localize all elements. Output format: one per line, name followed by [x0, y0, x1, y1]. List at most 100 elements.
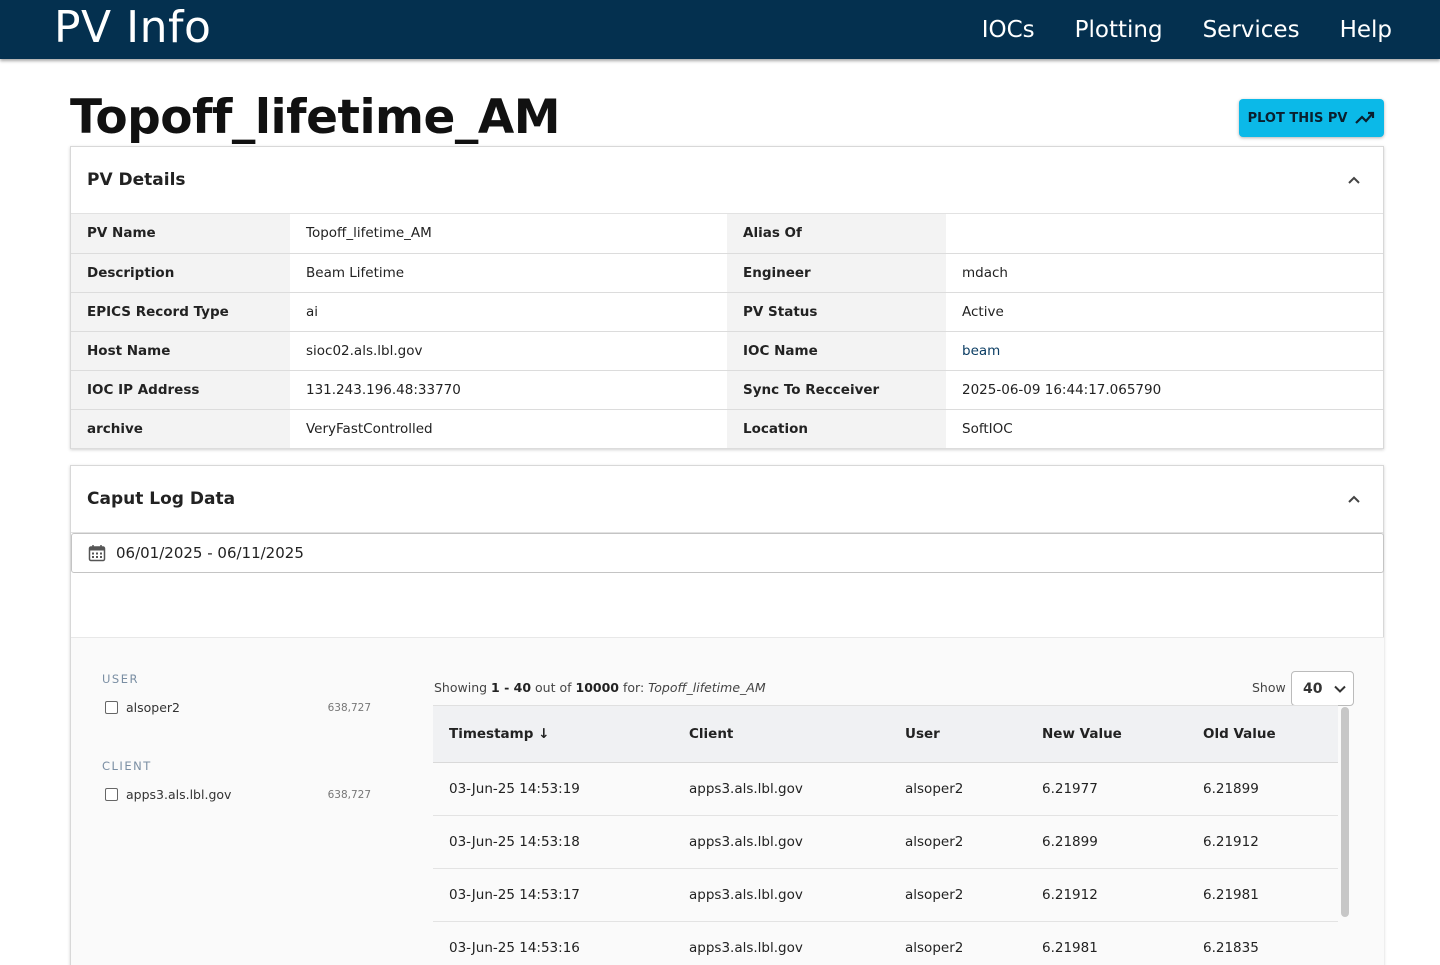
caput-results-table: Timestamp ↓ Client User New Value Old Va…: [433, 705, 1338, 965]
pv-details-panel: PV Details PV Name Topoff_lifetime_AM Alia…: [70, 146, 1384, 449]
detail-label: PV Name: [71, 214, 290, 254]
detail-label: Host Name: [71, 331, 290, 371]
detail-label: Alias Of: [727, 214, 946, 254]
summary-range: 1 - 40: [491, 680, 532, 695]
column-old-value[interactable]: Old Value: [1187, 705, 1338, 763]
page-size-label: Show: [1252, 680, 1286, 695]
caput-results-area: USER alsoper2 638,727 CLIENT apps3.als.l…: [71, 637, 1384, 965]
cell-user: alsoper2: [889, 921, 1026, 965]
top-app-bar: PV Info IOCs Plotting Services Help: [0, 0, 1440, 59]
summary-total: 10000: [575, 680, 620, 695]
cell-timestamp: 03-Jun-25 14:53:18: [433, 815, 673, 869]
cell-old-value: 6.21835: [1187, 921, 1338, 965]
summary-pv: Topoff_lifetime_AM: [648, 680, 766, 695]
column-new-value[interactable]: New Value: [1026, 705, 1187, 763]
table-row[interactable]: 03-Jun-25 14:53:19 apps3.als.lbl.gov alsop…: [433, 762, 1338, 816]
detail-value: SoftIOC: [946, 409, 1383, 449]
date-range-picker[interactable]: 06/01/2025 - 06/11/2025: [71, 533, 1384, 573]
page-size-value: 40: [1303, 680, 1323, 697]
table-row[interactable]: 03-Jun-25 14:53:16 apps3.als.lbl.gov alsop…: [433, 921, 1338, 965]
date-range-value: 06/01/2025 - 06/11/2025: [116, 544, 304, 562]
details-row: IOC IP Address 131.243.196.48:33770 Sync T…: [71, 370, 1383, 410]
caput-log-panel: Caput Log Data 06/01/2025 - 06/11/2025 U…: [70, 465, 1384, 965]
cell-old-value: 6.21981: [1187, 868, 1338, 922]
detail-value: VeryFastControlled: [290, 409, 727, 449]
detail-label: IOC IP Address: [71, 370, 290, 410]
cell-old-value: 6.21899: [1187, 762, 1338, 816]
detail-label: Engineer: [727, 253, 946, 293]
page-size-select[interactable]: 40: [1291, 671, 1354, 706]
pv-details-header[interactable]: PV Details: [71, 147, 1383, 214]
details-row: Host Name sioc02.als.lbl.gov IOC Name beam: [71, 331, 1383, 371]
details-row: archive VeryFastControlled Location SoftIOC: [71, 409, 1383, 449]
cell-user: alsoper2: [889, 762, 1026, 816]
user-facet-count: 638,727: [327, 701, 371, 714]
table-header-row: Timestamp ↓ Client User New Value Old Va…: [433, 705, 1338, 763]
chevron-down-icon: [1334, 685, 1347, 693]
app-title[interactable]: PV Info: [54, 2, 211, 54]
detail-value: sioc02.als.lbl.gov: [290, 331, 727, 371]
page-title: Topoff_lifetime_AM: [70, 90, 561, 145]
table-scrollbar[interactable]: [1341, 707, 1349, 917]
user-facet-title: USER: [102, 672, 139, 686]
detail-label: archive: [71, 409, 290, 449]
table-row[interactable]: 03-Jun-25 14:53:17 apps3.als.lbl.gov alsop…: [433, 868, 1338, 922]
user-filter-checkbox[interactable]: [105, 701, 118, 714]
details-row: PV Name Topoff_lifetime_AM Alias Of: [71, 214, 1383, 254]
summary-prefix: Showing: [434, 680, 488, 695]
detail-value: Active: [946, 292, 1383, 332]
cell-user: alsoper2: [889, 868, 1026, 922]
summary-for: for:: [622, 680, 645, 695]
ioc-name-link[interactable]: beam: [946, 331, 1383, 371]
client-facet-item[interactable]: apps3.als.lbl.gov 638,727: [105, 787, 371, 802]
cell-user: alsoper2: [889, 815, 1026, 869]
summary-out-of: out of: [535, 680, 572, 695]
caput-log-header[interactable]: Caput Log Data: [71, 466, 1383, 533]
user-facet-label: alsoper2: [126, 700, 181, 715]
cell-new-value: 6.21977: [1026, 762, 1187, 816]
results-summary: Showing 1 - 40 out of 10000 for: Topoff_…: [434, 680, 766, 695]
detail-label: Sync To Recceiver: [727, 370, 946, 410]
nav-help[interactable]: Help: [1320, 17, 1392, 43]
details-row: EPICS Record Type ai PV Status Active: [71, 292, 1383, 332]
client-filter-checkbox[interactable]: [105, 788, 118, 801]
client-facet-label: apps3.als.lbl.gov: [126, 787, 232, 802]
pv-details-title: PV Details: [87, 170, 186, 190]
column-timestamp[interactable]: Timestamp ↓: [433, 705, 673, 763]
detail-value: mdach: [946, 253, 1383, 293]
nav-plotting[interactable]: Plotting: [1055, 17, 1183, 43]
plot-button-label: PLOT THIS PV: [1247, 110, 1348, 126]
user-facet-item[interactable]: alsoper2 638,727: [105, 700, 371, 715]
detail-label: PV Status: [727, 292, 946, 332]
detail-label: Location: [727, 409, 946, 449]
nav-services[interactable]: Services: [1183, 17, 1320, 43]
caput-log-title: Caput Log Data: [87, 489, 236, 509]
cell-timestamp: 03-Jun-25 14:53:16: [433, 921, 673, 965]
detail-value: 131.243.196.48:33770: [290, 370, 727, 410]
table-row[interactable]: 03-Jun-25 14:53:18 apps3.als.lbl.gov alsop…: [433, 815, 1338, 869]
cell-new-value: 6.21912: [1026, 868, 1187, 922]
cell-timestamp: 03-Jun-25 14:53:19: [433, 762, 673, 816]
column-user[interactable]: User: [889, 705, 1026, 763]
cell-client: apps3.als.lbl.gov: [673, 868, 889, 922]
detail-value: Beam Lifetime: [290, 253, 727, 293]
cell-new-value: 6.21981: [1026, 921, 1187, 965]
main-nav: IOCs Plotting Services Help: [962, 0, 1392, 59]
detail-value: 2025-06-09 16:44:17.065790: [946, 370, 1383, 410]
plot-this-pv-button[interactable]: PLOT THIS PV: [1239, 99, 1384, 137]
cell-client: apps3.als.lbl.gov: [673, 762, 889, 816]
cell-timestamp: 03-Jun-25 14:53:17: [433, 868, 673, 922]
chevron-up-icon[interactable]: [1347, 173, 1361, 187]
detail-value: ai: [290, 292, 727, 332]
cell-client: apps3.als.lbl.gov: [673, 921, 889, 965]
nav-iocs[interactable]: IOCs: [962, 17, 1055, 43]
cell-old-value: 6.21912: [1187, 815, 1338, 869]
details-row: Description Beam Lifetime Engineer mdach: [71, 253, 1383, 293]
column-client[interactable]: Client: [673, 705, 889, 763]
detail-label: IOC Name: [727, 331, 946, 371]
detail-value: [946, 214, 1383, 254]
detail-label: Description: [71, 253, 290, 293]
calendar-icon: [88, 545, 106, 562]
cell-new-value: 6.21899: [1026, 815, 1187, 869]
chevron-up-icon[interactable]: [1347, 492, 1361, 506]
